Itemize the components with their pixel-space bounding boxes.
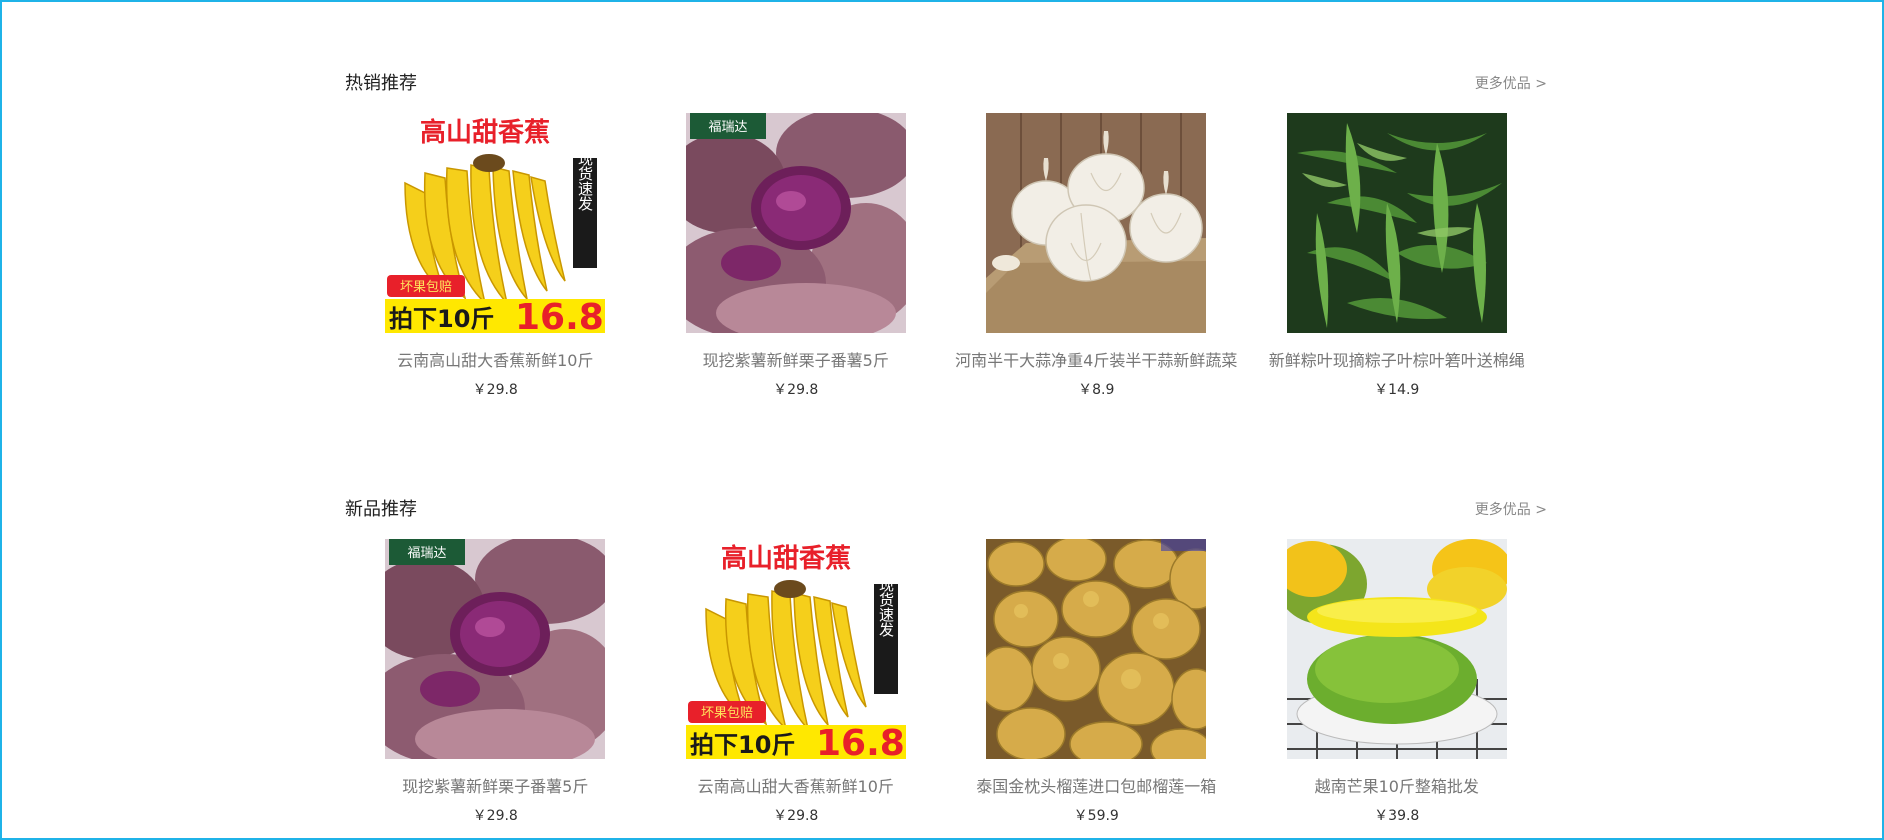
- product-price: ￥29.8: [773, 808, 819, 824]
- mango-image[interactable]: [1286, 539, 1507, 759]
- product-price: ￥29.8: [472, 382, 518, 398]
- product-name[interactable]: 新鲜粽叶现摘粽子叶棕叶箬叶送棉绳: [1247, 351, 1548, 371]
- section-new: 新品推荐 更多优品 > 福瑞达 现挖紫薯新鲜栗子番薯5斤 ￥29.8 高山甜香蕉…: [345, 495, 1547, 825]
- product-price: ￥59.9: [1073, 808, 1119, 824]
- product-price: ￥8.9: [1078, 382, 1115, 398]
- product-name[interactable]: 越南芒果10斤整箱批发: [1247, 777, 1548, 797]
- section-hot: 热销推荐 更多优品 > 高山甜香蕉 现货速发 坏果包赔 拍下10斤 16.8 云…: [345, 69, 1547, 399]
- promo-top-text: 高山甜香蕉: [721, 543, 851, 574]
- product-name[interactable]: 河南半干大蒜净重4斤装半干蒜新鲜蔬菜: [946, 351, 1247, 371]
- purple-sweet-potato-image[interactable]: 福瑞达: [685, 113, 906, 333]
- brand-badge: 福瑞达: [408, 546, 447, 561]
- product-name[interactable]: 云南高山甜大香蕉新鲜10斤: [345, 351, 646, 371]
- product-name[interactable]: 现挖紫薯新鲜栗子番薯5斤: [646, 351, 947, 371]
- promo-side-text: 现货速发: [877, 577, 895, 637]
- promo-tag-text: 坏果包赔: [701, 706, 753, 721]
- product-name[interactable]: 云南高山甜大香蕉新鲜10斤: [646, 777, 947, 797]
- product-card[interactable]: 河南半干大蒜净重4斤装半干蒜新鲜蔬菜 ￥8.9: [946, 113, 1247, 399]
- banana-image[interactable]: 高山甜香蕉 现货速发 坏果包赔 拍下10斤 16.8: [385, 113, 606, 333]
- promo-tag-text: 坏果包赔: [400, 280, 452, 295]
- more-products-link[interactable]: 更多优品 >: [1475, 69, 1547, 99]
- product-card[interactable]: 越南芒果10斤整箱批发 ￥39.8: [1247, 539, 1548, 825]
- product-name[interactable]: 泰国金枕头榴莲进口包邮榴莲一箱: [946, 777, 1247, 797]
- promo-bottom-text: 拍下10斤: [389, 305, 494, 333]
- section-title: 新品推荐: [345, 499, 417, 520]
- product-grid: 高山甜香蕉 现货速发 坏果包赔 拍下10斤 16.8 云南高山甜大香蕉新鲜10斤…: [345, 113, 1547, 399]
- product-price: ￥29.8: [773, 382, 819, 398]
- product-price: ￥14.9: [1374, 382, 1420, 398]
- promo-side-text: 现货速发: [576, 151, 594, 211]
- promo-price-text: 16.8: [515, 297, 604, 333]
- product-name[interactable]: 现挖紫薯新鲜栗子番薯5斤: [345, 777, 646, 797]
- promo-price-text: 16.8: [816, 723, 905, 759]
- durian-image[interactable]: [986, 539, 1207, 759]
- product-card[interactable]: 高山甜香蕉 现货速发 坏果包赔 拍下10斤 16.8 云南高山甜大香蕉新鲜10斤…: [345, 113, 646, 399]
- section-header: 新品推荐 更多优品 >: [345, 495, 1547, 525]
- banana-image[interactable]: 高山甜香蕉 现货速发 坏果包赔 拍下10斤 16.8: [685, 539, 906, 759]
- product-grid: 福瑞达 现挖紫薯新鲜栗子番薯5斤 ￥29.8 高山甜香蕉 现货速发 坏果包赔 拍…: [345, 539, 1547, 825]
- product-card[interactable]: 新鲜粽叶现摘粽子叶棕叶箬叶送棉绳 ￥14.9: [1247, 113, 1548, 399]
- product-card[interactable]: 福瑞达 现挖紫薯新鲜栗子番薯5斤 ￥29.8: [345, 539, 646, 825]
- product-price: ￥29.8: [472, 808, 518, 824]
- brand-badge: 福瑞达: [708, 120, 747, 135]
- promo-bottom-text: 拍下10斤: [690, 731, 795, 759]
- product-card[interactable]: 高山甜香蕉 现货速发 坏果包赔 拍下10斤 16.8 云南高山甜大香蕉新鲜10斤…: [646, 539, 947, 825]
- promo-top-text: 高山甜香蕉: [420, 117, 550, 148]
- product-card[interactable]: 福瑞达 现挖紫薯新鲜栗子番薯5斤 ￥29.8: [646, 113, 947, 399]
- garlic-image[interactable]: [986, 113, 1207, 333]
- section-header: 热销推荐 更多优品 >: [345, 69, 1547, 99]
- product-card[interactable]: 泰国金枕头榴莲进口包邮榴莲一箱 ￥59.9: [946, 539, 1247, 825]
- purple-sweet-potato-image[interactable]: 福瑞达: [385, 539, 606, 759]
- product-price: ￥39.8: [1374, 808, 1420, 824]
- section-title: 热销推荐: [345, 73, 417, 94]
- bamboo-leaves-image[interactable]: [1286, 113, 1507, 333]
- more-products-link[interactable]: 更多优品 >: [1475, 495, 1547, 525]
